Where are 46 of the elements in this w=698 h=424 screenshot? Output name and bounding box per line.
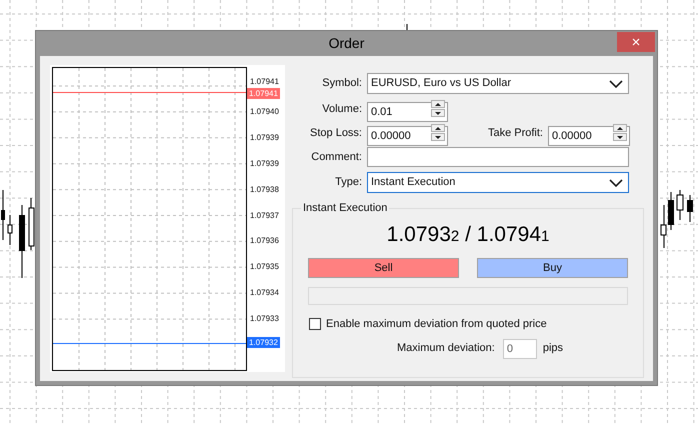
quote-price: 1.07932 / 1.07941 <box>386 222 550 248</box>
spin-down-button[interactable] <box>431 109 445 117</box>
price-axis-label: 1.07936 <box>250 236 279 246</box>
field-label: Comment: <box>310 150 363 165</box>
price-axis-label: 1.07939 <box>250 132 279 143</box>
price-axis-label: 1.07935 <box>250 262 279 272</box>
price-axis-label: 1.07937 <box>250 210 279 220</box>
spin-up-button[interactable] <box>431 124 445 132</box>
candlestick-drawing <box>660 190 693 248</box>
price-axis-label: 1.07940 <box>250 106 279 117</box>
bid-price-tag: 1.07932 <box>247 337 280 348</box>
sell-button[interactable]: Sell <box>308 258 459 278</box>
field-label: Stop Loss: <box>309 126 363 141</box>
up-arrow-icon <box>617 126 623 130</box>
price-axis-label: 1.07938 <box>250 184 279 195</box>
field-label: Take Profit: <box>486 126 544 141</box>
spin-down-button[interactable] <box>431 133 445 141</box>
up-arrow-icon <box>435 102 441 106</box>
field-label: Maximum deviation: <box>397 341 495 356</box>
close-button[interactable]: × <box>617 32 655 52</box>
max-deviation-field[interactable]: 0 <box>502 338 537 358</box>
window-title: Order <box>328 34 364 53</box>
down-arrow-icon <box>435 136 441 138</box>
checkbox-label: Enable maximum deviation from quoted price <box>326 317 547 332</box>
field-label: Volume: <box>321 102 363 117</box>
price-axis-label: 1.07933 <box>250 314 279 324</box>
comment-field[interactable] <box>367 147 629 167</box>
field-label: Type: <box>334 175 363 190</box>
order-type-dropdown[interactable]: Instant Execution <box>367 172 629 193</box>
spin-up-button[interactable] <box>613 124 627 132</box>
spin-down-button[interactable] <box>613 133 627 141</box>
spin-up-button[interactable] <box>431 100 445 108</box>
chevron-down-icon <box>609 178 623 186</box>
down-arrow-icon <box>435 112 441 114</box>
unit-label: pips <box>542 341 564 356</box>
deviation-checkbox[interactable] <box>309 318 321 330</box>
chevron-down-icon <box>609 80 623 88</box>
price-axis-label: 1.07939 <box>250 158 279 169</box>
up-arrow-icon <box>435 126 441 130</box>
buy-button[interactable]: Buy <box>477 258 628 278</box>
down-arrow-icon <box>617 136 623 138</box>
price-axis-label: 1.07941 <box>250 77 279 87</box>
field-label: Symbol: <box>321 76 363 92</box>
price-axis-label: 1.07934 <box>250 288 279 298</box>
symbol-dropdown[interactable]: EURUSD, Euro vs US Dollar <box>367 73 629 94</box>
ask-price-tag: 1.07941 <box>247 88 280 99</box>
